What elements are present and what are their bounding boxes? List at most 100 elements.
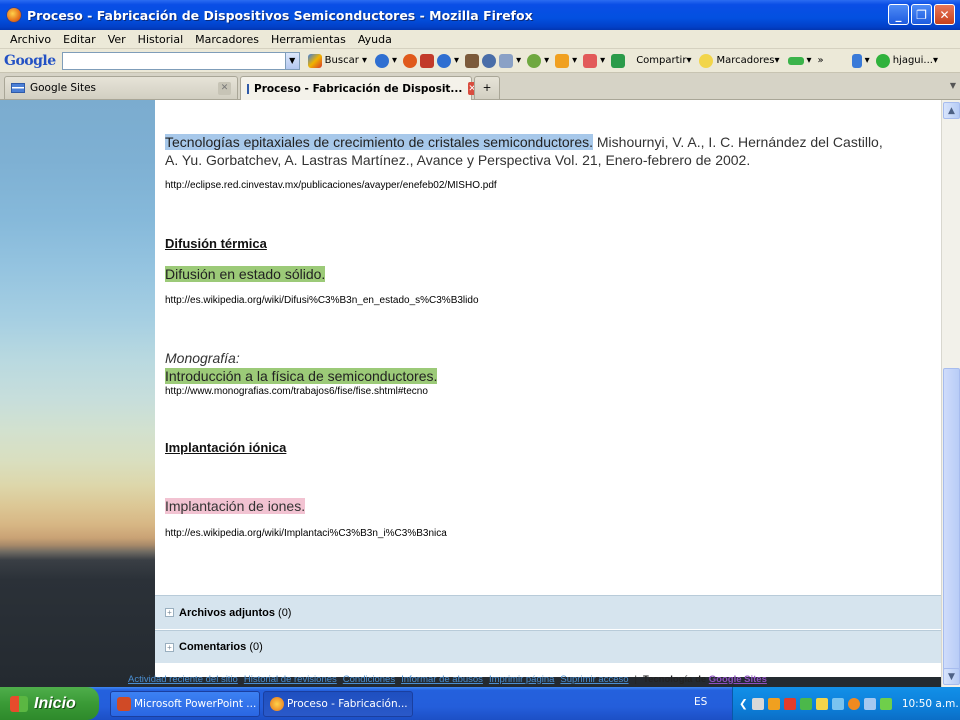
google-sites-icon <box>11 83 25 93</box>
ref1-url[interactable]: http://eclipse.red.cinvestav.mx/publicac… <box>165 180 497 191</box>
clock[interactable]: 10:50 a.m. <box>902 698 959 710</box>
mail-icon[interactable] <box>583 53 598 68</box>
scroll-down-icon[interactable]: ▼ <box>943 668 960 685</box>
windows-flag-icon <box>10 695 28 712</box>
window-title-bar[interactable]: Proceso - Fabricación de Dispositivos Se… <box>0 0 960 30</box>
google-sites-icon-active <box>247 83 249 94</box>
reference-3: Introducción a la física de semiconducto… <box>165 367 438 385</box>
menu-ayuda[interactable]: Ayuda <box>352 33 398 46</box>
scroll-up-icon[interactable]: ▲ <box>943 102 960 119</box>
ref4-link[interactable]: Implantación de iones. <box>165 498 306 514</box>
firefox-icon <box>6 7 22 23</box>
tray-network-icon[interactable] <box>751 697 764 710</box>
site-footer: Actividad reciente del sitio Historial d… <box>0 671 941 687</box>
calendar-icon[interactable] <box>611 53 626 68</box>
notebook-icon[interactable] <box>499 53 514 68</box>
language-indicator[interactable]: ES <box>694 696 707 708</box>
globe-icon-2[interactable] <box>437 53 452 68</box>
scroll-thumb[interactable] <box>943 368 960 670</box>
translate-icon[interactable] <box>482 53 497 68</box>
star-icon <box>699 53 714 68</box>
tray-update-icon[interactable] <box>879 697 892 710</box>
clock-icon[interactable] <box>527 53 542 68</box>
tray-volume-icon[interactable] <box>863 697 876 710</box>
maximize-button[interactable]: ❐ <box>911 4 932 25</box>
puzzle-icon[interactable] <box>555 53 570 68</box>
google-search-dropdown-icon[interactable]: ▼ <box>284 51 300 70</box>
menu-marcadores[interactable]: Marcadores <box>189 33 265 46</box>
tray-messenger-icon[interactable] <box>767 697 780 710</box>
tray-arrow-icon[interactable]: ❮ <box>739 698 748 710</box>
taskbar-firefox[interactable]: Proceso - Fabricación... <box>263 691 413 717</box>
powerpoint-icon <box>117 697 131 711</box>
footer-condiciones[interactable]: Condiciones <box>343 674 395 685</box>
google-user-name[interactable]: hjagui... <box>893 55 933 66</box>
comments-section[interactable]: + Comentarios (0) <box>155 630 941 663</box>
ref2-link[interactable]: Difusión en estado sólido. <box>165 266 326 282</box>
footer-suprimir[interactable]: Suprimir acceso <box>560 674 628 685</box>
heading-difusion: Difusión térmica <box>165 236 267 251</box>
taskbar-powerpoint[interactable]: Microsoft PowerPoint ... <box>110 691 260 717</box>
menu-archivo[interactable]: Archivo <box>4 33 57 46</box>
firefox-task-icon <box>270 697 284 711</box>
tab-list-chevron-icon[interactable]: ▼ <box>950 81 956 90</box>
heading-implantacion: Implantación iónica <box>165 440 287 455</box>
compartir-button[interactable]: Compartir ▾ <box>636 55 691 66</box>
tray-antivirus-icon[interactable] <box>783 697 796 710</box>
tray-orange-icon[interactable] <box>847 697 860 710</box>
system-tray: ❮ 10:50 a.m. <box>732 687 960 720</box>
monografia-label: Monografía: <box>165 350 240 366</box>
ref2-url[interactable]: http://es.wikipedia.org/wiki/Difusi%C3%B… <box>165 295 479 306</box>
footer-google-sites-link[interactable]: Google Sites <box>709 674 767 685</box>
tray-users-icon[interactable] <box>799 697 812 710</box>
ref1-link[interactable]: Tecnologías epitaxiales de crecimiento d… <box>165 134 593 150</box>
tray-clock-icon[interactable] <box>831 697 844 710</box>
reference-1: Tecnologías epitaxiales de crecimiento d… <box>165 134 883 168</box>
taskbar: Inicio Microsoft PowerPoint ... Proceso … <box>0 687 960 720</box>
marcadores-button[interactable]: Marcadores ▾ <box>699 53 780 68</box>
close-window-button[interactable]: ✕ <box>934 4 955 25</box>
expand-plus-icon-2: + <box>165 642 174 652</box>
ref3-link[interactable]: Introducción a la física de semiconducto… <box>165 368 438 384</box>
expand-plus-icon: + <box>165 608 174 617</box>
menu-bar: Archivo Editar Ver Historial Marcadores … <box>0 30 960 49</box>
new-tab-button[interactable]: + <box>474 76 500 99</box>
globe-icon[interactable] <box>375 53 390 68</box>
menu-historial[interactable]: Historial <box>132 33 189 46</box>
menu-herramientas[interactable]: Herramientas <box>265 33 352 46</box>
reference-2: Difusión en estado sólido. <box>165 265 326 283</box>
start-button[interactable]: Inicio <box>0 687 99 720</box>
google-search-icon <box>307 53 322 68</box>
minimize-button[interactable]: _ <box>888 4 909 25</box>
google-toolbar: Google ▼ Buscar ▾ ▾ ▾ ▾ ▾ ▾ ▾ Compartir ▾… <box>0 49 960 73</box>
footer-actividad[interactable]: Actividad reciente del sitio <box>128 674 238 685</box>
close-tab-icon[interactable]: ✕ <box>218 81 231 95</box>
tab-proceso[interactable]: Proceso - Fabricación de Disposit... ✕ <box>240 76 476 100</box>
wiki-icon[interactable] <box>420 53 435 68</box>
green-bar-icon[interactable] <box>787 56 804 65</box>
footer-historial[interactable]: Historial de revisiones <box>244 674 337 685</box>
wrench-icon[interactable] <box>851 53 862 68</box>
menu-ver[interactable]: Ver <box>102 33 132 46</box>
attachments-section[interactable]: + Archivos adjuntos (0) <box>155 595 941 629</box>
footer-abusos[interactable]: Informar de abusos <box>401 674 483 685</box>
reference-4: Implantación de iones. <box>165 497 306 515</box>
user-status-icon <box>875 53 890 68</box>
tab-bar: Google Sites ✕ Proceso - Fabricación de … <box>0 73 960 100</box>
footer-separator: | <box>634 673 637 685</box>
footer-imprimir[interactable]: Imprimir página <box>489 674 554 685</box>
more-chevron-icon[interactable]: » <box>818 55 824 66</box>
swirl-icon[interactable] <box>403 53 418 68</box>
ref3-url[interactable]: http://www.monografias.com/trabajos6/fis… <box>165 386 428 397</box>
photos-icon[interactable] <box>465 53 480 68</box>
google-search-input[interactable] <box>61 51 286 70</box>
page-content: Tecnologías epitaxiales de crecimiento d… <box>155 100 941 677</box>
tray-shield-icon[interactable] <box>815 697 828 710</box>
tab-google-sites[interactable]: Google Sites ✕ <box>4 76 238 99</box>
ref4-url[interactable]: http://es.wikipedia.org/wiki/Implantaci%… <box>165 528 447 539</box>
window-title: Proceso - Fabricación de Dispositivos Se… <box>27 7 533 23</box>
buscar-button[interactable]: Buscar ▾ <box>307 53 367 68</box>
menu-editar[interactable]: Editar <box>57 33 102 46</box>
vertical-scrollbar[interactable]: ▲ ▼ <box>941 100 960 687</box>
footer-tech: Tecnología de Google Sites <box>642 673 767 685</box>
